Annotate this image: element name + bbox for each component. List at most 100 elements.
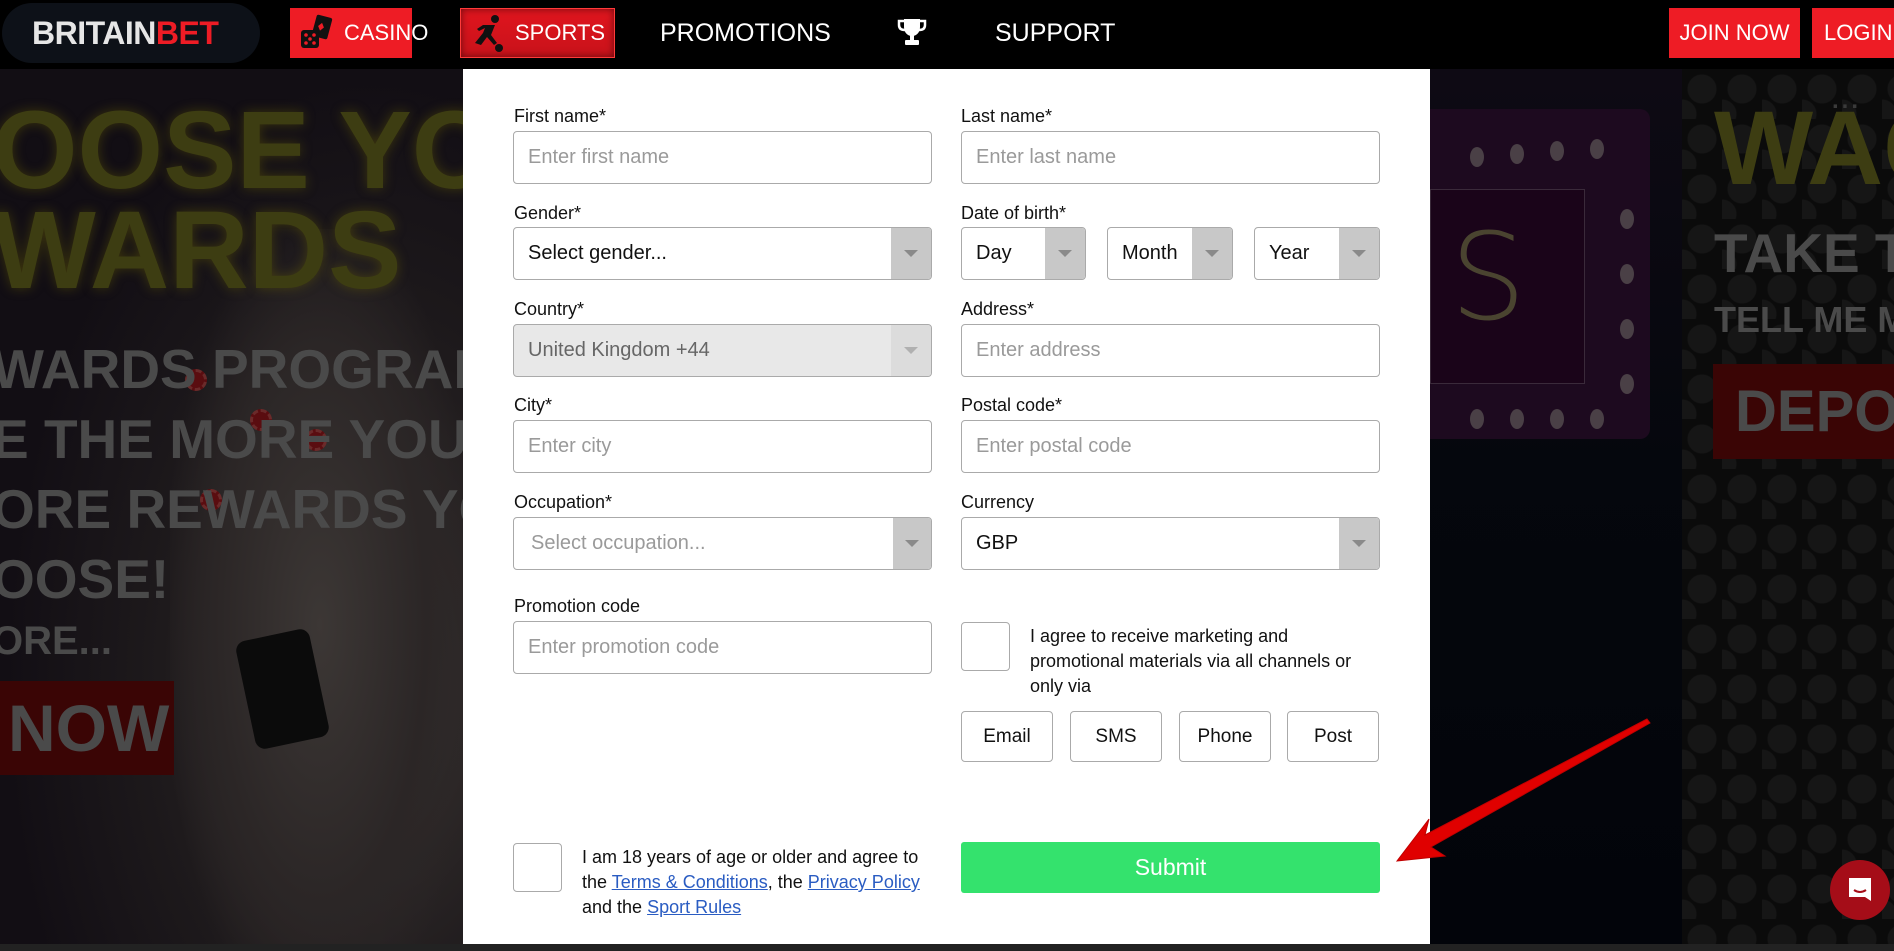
chat-widget-button[interactable] bbox=[1830, 860, 1890, 920]
marquee-sign-image: S bbox=[1430, 109, 1650, 439]
chevron-down-icon bbox=[891, 325, 931, 376]
gender-select[interactable]: Select gender... bbox=[513, 227, 932, 280]
chevron-down-icon bbox=[891, 228, 931, 279]
page: OOSE YOUR WARDS WARDS PROGRAM E THE MORE… bbox=[0, 0, 1894, 951]
chevron-down-icon bbox=[1339, 228, 1379, 279]
occupation-label: Occupation* bbox=[514, 492, 613, 512]
last-name-input[interactable]: Enter last name bbox=[961, 131, 1380, 184]
chevron-down-icon bbox=[1339, 518, 1379, 569]
logo-text-bet: BET bbox=[155, 14, 219, 51]
bulb bbox=[1620, 209, 1634, 229]
dice-cards-icon bbox=[298, 14, 338, 52]
channel-post-button[interactable]: Post bbox=[1287, 711, 1379, 762]
gender-select-value: Select gender... bbox=[528, 242, 667, 264]
banner-line-4: OOSE! bbox=[0, 548, 170, 610]
postal-code-input[interactable]: Enter postal code bbox=[961, 420, 1380, 473]
country-label: Country* bbox=[514, 299, 585, 319]
marquee-letter: S bbox=[1450, 209, 1527, 348]
banner-line-1: WARDS PROGRAM bbox=[0, 338, 463, 400]
terms-conditions-link[interactable]: Terms & Conditions bbox=[612, 872, 768, 892]
banner-line-3: ORE REWARDS YOU bbox=[0, 478, 463, 540]
city-input[interactable]: Enter city bbox=[513, 420, 932, 473]
bottom-bar bbox=[0, 944, 1894, 951]
banner-right-line-2: TELL ME M bbox=[1714, 299, 1894, 340]
banner-right-headline: WAG bbox=[1714, 90, 1894, 207]
dob-year-select[interactable]: Year bbox=[1254, 227, 1380, 280]
bulb bbox=[1470, 147, 1484, 167]
soccer-player-icon bbox=[469, 13, 509, 53]
top-navigation: BRITAIN BET CASINO SPORTS PROMOTIONS SUP… bbox=[0, 0, 1894, 69]
dob-day-select[interactable]: Day bbox=[961, 227, 1086, 280]
submit-button[interactable]: Submit bbox=[961, 842, 1380, 893]
terms-checkbox[interactable] bbox=[513, 843, 562, 892]
banner-cta-button[interactable]: NOW bbox=[0, 681, 174, 775]
dob-month-select[interactable]: Month bbox=[1107, 227, 1233, 280]
bulb bbox=[1470, 409, 1484, 429]
promotion-code-input[interactable]: Enter promotion code bbox=[513, 621, 932, 674]
nav-sports[interactable]: SPORTS bbox=[460, 8, 615, 58]
chevron-down-icon bbox=[1045, 228, 1085, 279]
marketing-consent-checkbox[interactable] bbox=[961, 622, 1010, 671]
currency-select[interactable]: GBP bbox=[961, 517, 1380, 570]
terms-text: I am 18 years of age or older and agree … bbox=[582, 845, 942, 920]
bulb bbox=[1620, 264, 1634, 284]
nav-sports-label: SPORTS bbox=[515, 20, 606, 45]
chat-bubble-icon bbox=[1849, 878, 1871, 901]
marketing-consent-text: I agree to receive marketing and promoti… bbox=[1030, 626, 1352, 696]
terms-text-part-3: and the bbox=[582, 897, 648, 917]
bulb bbox=[1590, 139, 1604, 159]
occupation-select-value: Select occupation... bbox=[531, 532, 706, 554]
join-now-button[interactable]: JOIN NOW bbox=[1669, 8, 1800, 58]
banner-headline-2: WARDS bbox=[0, 189, 402, 312]
login-button[interactable]: LOGIN bbox=[1812, 8, 1894, 58]
gender-label: Gender* bbox=[514, 203, 582, 223]
bulb bbox=[1620, 374, 1634, 394]
banner-line-5: ORE... bbox=[0, 619, 113, 663]
banner-right-line-1: TAKE T bbox=[1714, 222, 1894, 284]
bulb bbox=[1550, 409, 1564, 429]
trophy-icon[interactable] bbox=[897, 17, 927, 47]
chevron-down-icon bbox=[1192, 228, 1232, 279]
logo-text-britain: BRITAIN bbox=[32, 14, 156, 51]
banner-right-cta-button[interactable]: DEPO bbox=[1713, 364, 1894, 459]
channel-email-button[interactable]: Email bbox=[961, 711, 1053, 762]
channel-phone-button[interactable]: Phone bbox=[1179, 711, 1271, 762]
bulb bbox=[1590, 409, 1604, 429]
channel-sms-button[interactable]: SMS bbox=[1070, 711, 1162, 762]
dob-month-value: Month bbox=[1122, 242, 1178, 264]
registration-form: First name* Enter first name Last name* … bbox=[463, 69, 1430, 944]
sport-rules-link[interactable]: Sport Rules bbox=[647, 897, 741, 917]
bulb bbox=[1620, 319, 1634, 339]
dob-year-value: Year bbox=[1269, 242, 1310, 264]
dob-label: Date of birth* bbox=[961, 203, 1067, 223]
bulb bbox=[1510, 144, 1524, 164]
country-select: United Kingdom +44 bbox=[513, 324, 932, 377]
address-label: Address* bbox=[961, 299, 1035, 319]
last-name-label: Last name* bbox=[961, 106, 1053, 126]
postal-code-label: Postal code* bbox=[961, 395, 1063, 415]
address-input[interactable]: Enter address bbox=[961, 324, 1380, 377]
first-name-label: First name* bbox=[514, 106, 607, 126]
currency-label: Currency bbox=[961, 492, 1035, 512]
promo-banner-right: ... WAG TAKE T TELL ME M DEPO bbox=[1682, 69, 1894, 944]
annotation-arrow-icon bbox=[1395, 718, 1651, 862]
privacy-policy-link[interactable]: Privacy Policy bbox=[808, 872, 920, 892]
dob-day-value: Day bbox=[976, 242, 1012, 264]
country-select-value: United Kingdom +44 bbox=[528, 339, 710, 361]
terms-text-part-2: , the bbox=[767, 872, 808, 892]
nav-promotions[interactable]: PROMOTIONS bbox=[660, 8, 831, 58]
promotion-code-label: Promotion code bbox=[514, 596, 641, 616]
city-label: City* bbox=[514, 395, 553, 415]
bulb bbox=[1510, 409, 1524, 429]
nav-support[interactable]: SUPPORT bbox=[995, 8, 1115, 58]
bulb bbox=[1550, 141, 1564, 161]
nav-casino-label: CASINO bbox=[344, 20, 429, 45]
currency-select-value: GBP bbox=[976, 532, 1019, 554]
occupation-select[interactable]: Select occupation... bbox=[513, 517, 932, 570]
promo-banner-left: OOSE YOUR WARDS WARDS PROGRAM E THE MORE… bbox=[0, 69, 463, 944]
chevron-down-icon bbox=[893, 518, 931, 569]
nav-casino[interactable]: CASINO bbox=[290, 8, 428, 58]
britainbet-logo[interactable]: BRITAIN BET bbox=[2, 3, 260, 63]
first-name-input[interactable]: Enter first name bbox=[513, 131, 932, 184]
banner-line-2: E THE MORE YOU P bbox=[0, 408, 463, 470]
